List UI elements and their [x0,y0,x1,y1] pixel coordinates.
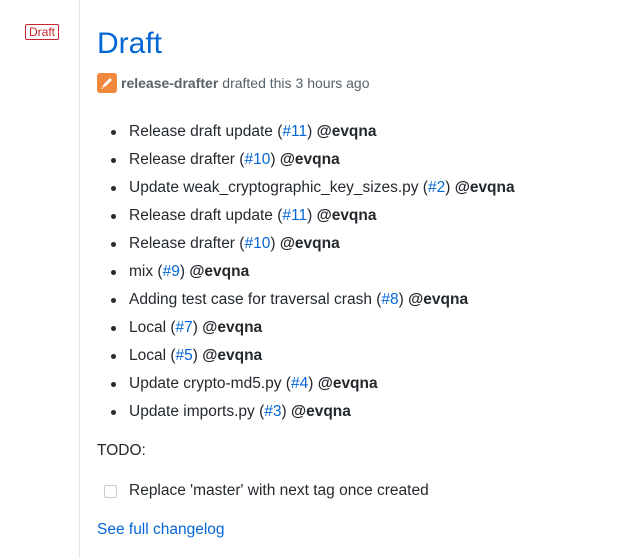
user-mention[interactable]: @evqna [408,291,468,308]
change-paren: ) [192,319,198,336]
pr-link[interactable]: #3 [264,403,281,420]
change-paren: ) [445,179,451,196]
change-paren: ) [270,151,276,168]
pr-link[interactable]: #11 [282,207,307,224]
user-mention[interactable]: @evqna [280,151,340,168]
change-item: Release draft update (#11) @evqna [97,118,515,146]
pr-link[interactable]: #4 [291,375,308,392]
left-column: Draft [0,0,80,558]
timeline-divider [79,0,80,558]
change-text: Local ( [129,319,176,336]
user-mention[interactable]: @evqna [189,263,249,280]
pr-link[interactable]: #8 [381,291,398,308]
user-mention[interactable]: @evqna [202,347,262,364]
change-item: Update crypto-md5.py (#4) @evqna [97,370,515,398]
change-text: Update imports.py ( [129,403,265,420]
user-mention[interactable]: @evqna [455,179,515,196]
change-text: Local ( [129,347,176,364]
change-paren: ) [179,263,185,280]
change-paren: ) [281,403,287,420]
change-text: Release drafter ( [129,235,245,252]
pr-link[interactable]: #9 [163,263,180,280]
user-mention[interactable]: @evqna [280,235,340,252]
change-item: Release drafter (#10) @evqna [97,230,515,258]
release-drafter-avatar[interactable] [97,73,117,93]
user-mention[interactable]: @evqna [317,123,377,140]
change-item: Update weak_cryptographic_key_sizes.py (… [97,174,515,202]
change-text: Update crypto-md5.py ( [129,375,291,392]
change-paren: ) [398,291,404,308]
pr-link[interactable]: #7 [176,319,193,336]
change-paren: ) [307,207,313,224]
release-title[interactable]: Draft [97,26,162,62]
change-paren: ) [270,235,276,252]
change-list: Release draft update (#11) @evqna Release… [97,118,515,426]
pencil-icon [101,78,112,89]
change-item: Release drafter (#10) @evqna [97,146,515,174]
user-mention[interactable]: @evqna [318,375,378,392]
todo-label: TODO: [97,442,146,459]
change-paren: ) [307,123,313,140]
relative-time: 3 hours ago [295,75,370,91]
change-text: Update weak_cryptographic_key_sizes.py ( [129,179,428,196]
pr-link[interactable]: #10 [244,151,270,168]
pr-link[interactable]: #2 [428,179,445,196]
task-checkbox[interactable] [104,484,117,498]
user-mention[interactable]: @evqna [202,319,262,336]
change-item: Release draft update (#11) @evqna [97,202,515,230]
user-mention[interactable]: @evqna [291,403,351,420]
action-text: drafted this [222,75,292,91]
task-text: Replace 'master' with next tag once crea… [129,482,429,499]
change-paren: ) [308,375,314,392]
release-meta: release-drafter drafted this 3 hours ago [97,73,370,93]
change-text: Release drafter ( [129,151,245,168]
change-item: Local (#7) @evqna [97,314,515,342]
pr-link[interactable]: #5 [176,347,193,364]
change-text: Release draft update ( [129,123,283,140]
author-link[interactable]: release-drafter [121,75,218,91]
change-item: mix (#9) @evqna [97,258,515,286]
pr-link[interactable]: #10 [244,235,270,252]
change-text: Release draft update ( [129,207,283,224]
change-text: mix ( [129,263,163,280]
change-item: Local (#5) @evqna [97,342,515,370]
draft-badge: Draft [25,24,60,40]
full-changelog-link[interactable]: See full changelog [97,520,225,540]
task-item: Replace 'master' with next tag once crea… [104,481,429,501]
change-text: Adding test case for traversal crash ( [129,291,382,308]
user-mention[interactable]: @evqna [317,207,377,224]
change-paren: ) [192,347,198,364]
change-item: Update imports.py (#3) @evqna [97,398,515,426]
pr-link[interactable]: #11 [282,123,307,140]
change-item: Adding test case for traversal crash (#8… [97,286,515,314]
